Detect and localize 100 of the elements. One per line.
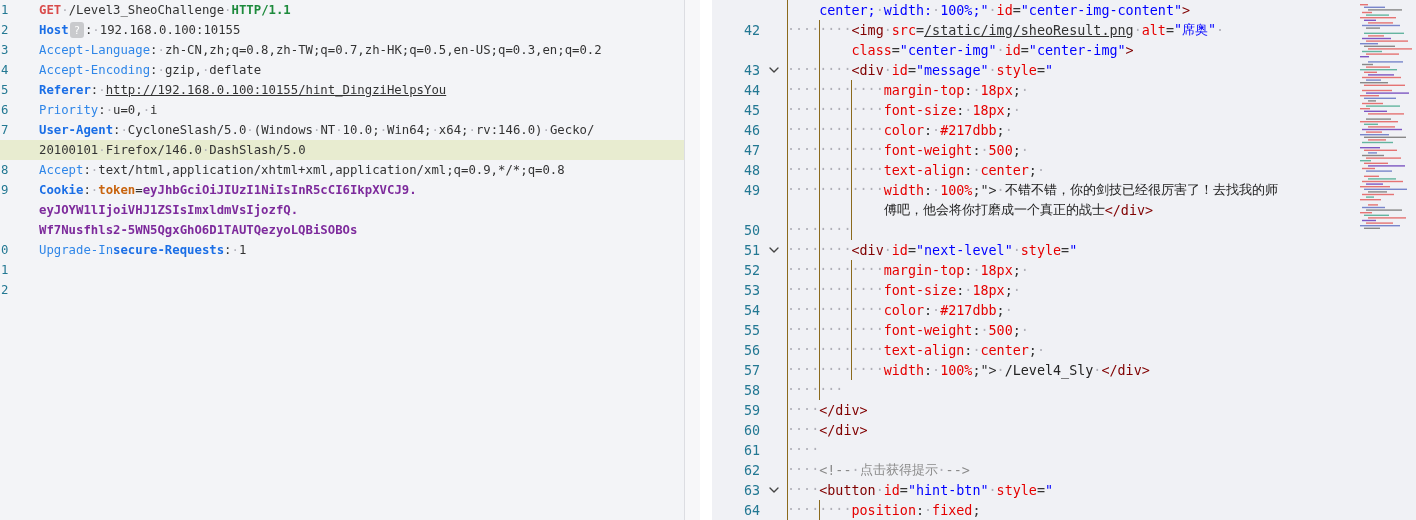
text-content: 傅吧，他会将你打磨成一个真正的战士 (883, 201, 1105, 219)
header-value: Win64; (387, 123, 432, 137)
indent-guide: ···· (819, 80, 852, 100)
line-number: 45 (742, 102, 760, 118)
css-value: center (980, 342, 1029, 358)
line-number: 56 (742, 342, 760, 358)
indent-guide: ···· (819, 260, 852, 280)
indent-guide: ···· (819, 240, 852, 260)
indent-guide: ···· (819, 280, 852, 300)
whitespace-marker: · (972, 342, 981, 358)
cookie-value: Wf7Nusfhls2-5WN5QgxGhO6D1TAUTQezyoLQBiSOBOs (39, 223, 358, 237)
line-number: 54 (742, 302, 760, 318)
punctuation: = (899, 482, 908, 498)
punctuation: = (891, 42, 900, 58)
header-value: deflate (209, 63, 262, 77)
attribute-value: "next-level" (915, 242, 1013, 258)
punctuation: ; (996, 122, 1005, 138)
line-number: 60 (742, 422, 760, 438)
punctuation: ; (1012, 82, 1021, 98)
url-link[interactable]: /static/img/sheoResult.png (924, 22, 1134, 38)
whitespace-marker: · (988, 2, 997, 18)
punctuation: : (964, 162, 973, 178)
whitespace-marker: · (972, 82, 981, 98)
indent-guide: ···· (851, 160, 884, 180)
header-name: User-Agent (39, 123, 114, 137)
line-number: 55 (742, 322, 760, 338)
header-value: : (90, 83, 99, 97)
whitespace-marker: · (246, 123, 254, 137)
whitespace-marker: · (312, 123, 321, 137)
html-tag: <button (819, 482, 876, 498)
whitespace-marker: · (1004, 302, 1013, 318)
whitespace-marker: · (988, 62, 997, 78)
punctuation: : (956, 282, 965, 298)
header-value: = (135, 183, 143, 197)
indent-guide: ···· (851, 340, 884, 360)
css-value: 18px (972, 102, 1005, 118)
header-name: Upgrade-In (39, 243, 114, 257)
indent-guide: ···· (819, 300, 852, 320)
indent-guide: ···· (787, 240, 820, 260)
scrollbar-track[interactable] (684, 0, 700, 520)
indent-guide: ···· (787, 340, 820, 360)
line-number: 5 (0, 83, 10, 97)
attribute-value: "center-img" (899, 42, 997, 58)
punctuation: : (924, 122, 933, 138)
whitespace-marker: · (120, 123, 128, 137)
whitespace-marker: · (92, 23, 100, 37)
line-number: 59 (742, 402, 760, 418)
line-number: 57 (742, 362, 760, 378)
attribute-value: "center-img" (1028, 42, 1126, 58)
line-number: 62 (742, 462, 760, 478)
line-number: 64 (742, 502, 760, 518)
line-number: 46 (742, 122, 760, 138)
attribute-name: id (883, 482, 900, 498)
punctuation: ;"> (972, 182, 997, 198)
attribute-name: id (891, 62, 908, 78)
attribute-value: " (1045, 482, 1054, 498)
whitespace-marker: · (996, 182, 1005, 198)
punctuation: : (924, 362, 933, 378)
line-number: 63 (742, 482, 760, 498)
indent-guide: ···· (787, 20, 820, 40)
html-tag: <img (851, 22, 884, 38)
line-number: 2 (0, 283, 10, 297)
attribute-value: "hint-btn" (907, 482, 989, 498)
line-number: 61 (742, 442, 760, 458)
css-value: #217dbb (940, 302, 997, 318)
header-value: (Windows (253, 123, 313, 137)
whitespace-marker: · (1036, 342, 1045, 358)
header-value: : (150, 63, 158, 77)
indent-guide: ···· (787, 80, 820, 100)
css-value: #217dbb (940, 122, 997, 138)
indent-guide: ···· (819, 500, 852, 520)
whitespace-marker: · (964, 282, 973, 298)
indent-guide: ···· (851, 80, 884, 100)
whitespace-marker: · (875, 482, 884, 498)
url-link[interactable]: http://192.168.0.100:10155/hint_DingziHelpsYou (105, 83, 447, 97)
html-tag: <div (851, 242, 884, 258)
header-name: Host (39, 23, 69, 37)
indent-guide: ···· (787, 300, 820, 320)
css-property: font-weight (883, 322, 973, 338)
punctuation: = (907, 242, 916, 258)
http-version: HTTP/1.1 (231, 3, 291, 17)
css-value: 500 (988, 322, 1013, 338)
attribute-value: width: (883, 2, 933, 18)
punctuation: ; (996, 302, 1005, 318)
punctuation: ; (1004, 282, 1013, 298)
whitespace-marker: · (980, 322, 989, 338)
cookie-value: eyJhbGciOiJIUzI1NiIsInR5cCI6IkpXVCJ9. (142, 183, 417, 197)
whitespace-marker: · (1012, 102, 1021, 118)
header-value: u=0, (113, 103, 143, 117)
indent-guide: ···· (851, 300, 884, 320)
header-value: /Level3_SheoChallenge (68, 3, 225, 17)
indent-guide: ···· (787, 320, 820, 340)
punctuation: = (907, 62, 916, 78)
html-tag: > (1125, 42, 1134, 58)
punctuation: : (964, 82, 973, 98)
line-number: 48 (742, 162, 760, 178)
punctuation: : (956, 102, 965, 118)
header-value: 10.0; (342, 123, 380, 137)
line-number: 3 (0, 43, 10, 57)
punctuation: ; (1028, 162, 1037, 178)
